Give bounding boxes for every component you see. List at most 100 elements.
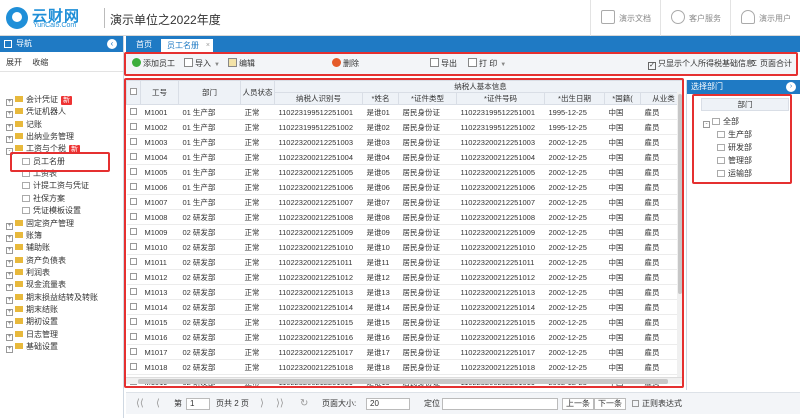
sidebar-item-11[interactable]: + 账簿 [6,230,42,242]
regex-checkbox[interactable]: 正则表达式 [632,398,682,410]
tree-expand-icon[interactable]: + [6,321,13,329]
tab-home[interactable]: 首页 [130,38,158,52]
table-row[interactable]: M1009 02 研发部 正常 110223200212251009 是谁09 居民身份证… [126,224,684,240]
table-row[interactable]: M1001 01 生产部 正常 110223199512251001 是谁01 居民身份证… [126,104,684,120]
add-employee-button[interactable]: 添加员工 [132,58,175,70]
horizontal-scrollbar[interactable] [126,377,684,384]
sidebar-item-20[interactable]: + 基础设置 [6,341,58,353]
col-header-nationality[interactable]: *国籍( [604,92,641,105]
col-header-birthdate[interactable]: *出生日期 [544,92,605,105]
row-checkbox[interactable] [126,179,141,195]
dept-item[interactable]: 管理部 [717,155,752,167]
sidebar-item-16[interactable]: + 期末损益结转及转账 [6,292,98,304]
tree-collapse-icon[interactable]: - [6,148,13,156]
table-row[interactable]: M1016 02 研发部 正常 110223200212251016 是谁16 居民身份证… [126,329,684,345]
row-checkbox[interactable] [126,254,141,270]
row-checkbox[interactable] [126,359,141,375]
close-icon[interactable]: × [206,39,210,53]
export-button[interactable]: 导出 [430,58,457,70]
table-row[interactable]: M1011 02 研发部 正常 110223200212251011 是谁11 居民身份证… [126,254,684,270]
row-checkbox[interactable] [126,314,141,330]
col-header-taxpayer-id[interactable]: 纳税人识别号 [274,92,363,105]
row-checkbox[interactable] [126,134,141,150]
table-row[interactable]: M1012 02 研发部 正常 110223200212251012 是谁12 居民身份证… [126,269,684,285]
table-row[interactable]: M1005 01 生产部 正常 110223200212251005 是谁05 居民身份证… [126,164,684,180]
collapse-all-button[interactable]: 收缩 [32,58,48,67]
chevron-left-icon[interactable]: ‹ [107,39,117,49]
demo-docs-button[interactable]: 演示文档 [590,0,660,36]
expand-all-button[interactable]: 展开 [6,58,22,67]
col-header-status[interactable]: 人员状态 [240,80,275,105]
table-row[interactable]: M1008 02 研发部 正常 110223200212251008 是谁08 居民身份证… [126,209,684,225]
next-record-button[interactable]: 下一条 [594,398,626,410]
delete-button[interactable]: 删除 [332,58,359,70]
sidebar-item-6[interactable]: 工资表 [22,168,57,180]
sidebar-item-18[interactable]: + 期初设置 [6,316,58,329]
tree-expand-icon[interactable]: + [6,234,13,242]
tree-expand-icon[interactable]: + [6,333,13,341]
tree-expand-icon[interactable]: + [6,284,13,292]
only-basic-info-checkbox[interactable]: ✓ 只显示个人所得税基础信息 [648,58,754,70]
row-checkbox[interactable] [126,224,141,240]
row-checkbox[interactable] [126,269,141,285]
user-menu-button[interactable]: 演示用户 [730,0,800,36]
dept-item[interactable]: 研发部 [717,142,752,154]
tree-expand-icon[interactable]: + [6,99,13,106]
sidebar-item-8[interactable]: 社保方案 [22,193,65,205]
row-checkbox[interactable] [126,344,141,360]
table-row[interactable]: M1002 01 生产部 正常 110223199512251002 是谁02 居民身份证… [126,119,684,135]
row-checkbox[interactable] [126,194,141,210]
sidebar-item-2[interactable]: + 记账 [6,119,42,131]
table-row[interactable]: M1015 02 研发部 正常 110223200212251015 是谁15 居民身份证… [126,314,684,330]
table-row[interactable]: M1006 01 生产部 正常 110223200212251006 是谁06 居民身份证… [126,179,684,195]
table-row[interactable]: M1010 02 研发部 正常 110223200212251010 是谁10 居民身份证… [126,239,684,255]
horizontal-scroll-thumb[interactable] [138,379,668,384]
sidebar-item-14[interactable]: + 利润表 [6,267,50,279]
page-total-button[interactable]: Σ 页面合计 [752,58,792,70]
row-checkbox[interactable] [126,239,141,255]
tree-expand-icon[interactable]: + [6,111,13,119]
row-checkbox[interactable] [126,104,141,120]
sidebar-item-3[interactable]: + 出纳业务管理 [6,131,74,144]
locate-input[interactable] [442,398,558,410]
tree-expand-icon[interactable]: + [6,259,13,267]
tree-expand-icon[interactable]: + [6,308,13,316]
table-row[interactable]: M1013 02 研发部 正常 110223200212251013 是谁13 居民身份证… [126,284,684,300]
dept-item[interactable]: 运输部 [717,168,752,180]
page-size-select[interactable]: 20 [366,398,410,410]
row-checkbox[interactable] [126,329,141,345]
sidebar-item-7[interactable]: 计提工资与凭证 [22,180,89,192]
sidebar-item-5[interactable]: 员工名册 [22,156,65,168]
current-page-value[interactable]: 1 [186,398,210,410]
app-logo[interactable]: 云财网 YunCai5.Com [6,5,102,31]
table-row[interactable]: M1018 02 研发部 正常 110223200212251018 是谁18 居民身份证… [126,359,684,375]
locate-value[interactable] [442,398,558,410]
print-button[interactable]: 打 印 ▼ [468,58,506,70]
next-page-icon[interactable]: ⟩ [260,398,264,410]
current-page-input[interactable]: 1 [186,398,210,410]
col-header-dept[interactable]: 部门 [178,80,241,105]
col-header-name[interactable]: *姓名 [362,92,399,105]
first-page-icon[interactable]: ⟨⟨ [136,398,144,410]
tree-expand-icon[interactable]: + [6,346,13,353]
sidebar-item-10[interactable]: + 固定资产管理 [6,218,74,230]
edit-button[interactable]: 编辑 [228,58,255,70]
table-row[interactable]: M1014 02 研发部 正常 110223200212251014 是谁14 居民身份证… [126,299,684,315]
table-row[interactable]: M1004 01 生产部 正常 110223200212251004 是谁04 居民身份证… [126,149,684,165]
row-checkbox[interactable] [126,164,141,180]
prev-record-button[interactable]: 上一条 [562,398,594,410]
prev-page-icon[interactable]: ⟨ [156,398,160,410]
last-page-icon[interactable]: ⟩⟩ [276,398,284,410]
chevron-right-icon[interactable]: › [786,82,796,92]
table-row[interactable]: M1017 02 研发部 正常 110223200212251017 是谁17 居民身份证… [126,344,684,360]
row-checkbox[interactable] [126,284,141,300]
sidebar-item-9[interactable]: 凭证模板设置 [22,205,81,217]
sidebar-item-17[interactable]: + 期末结账 [6,304,58,316]
sidebar-item-1[interactable]: + 凭证机器人 [6,106,66,119]
refresh-icon[interactable]: ↻ [300,398,308,410]
col-header-id-type[interactable]: *证件类型 [398,92,457,105]
tree-expand-icon[interactable]: + [6,296,13,304]
dept-tree-root[interactable]: - 全部 [703,116,739,128]
col-header-id-number[interactable]: *证件号码 [456,92,545,105]
table-row[interactable]: M1007 01 生产部 正常 110223200212251007 是谁07 居民身份证… [126,194,684,210]
